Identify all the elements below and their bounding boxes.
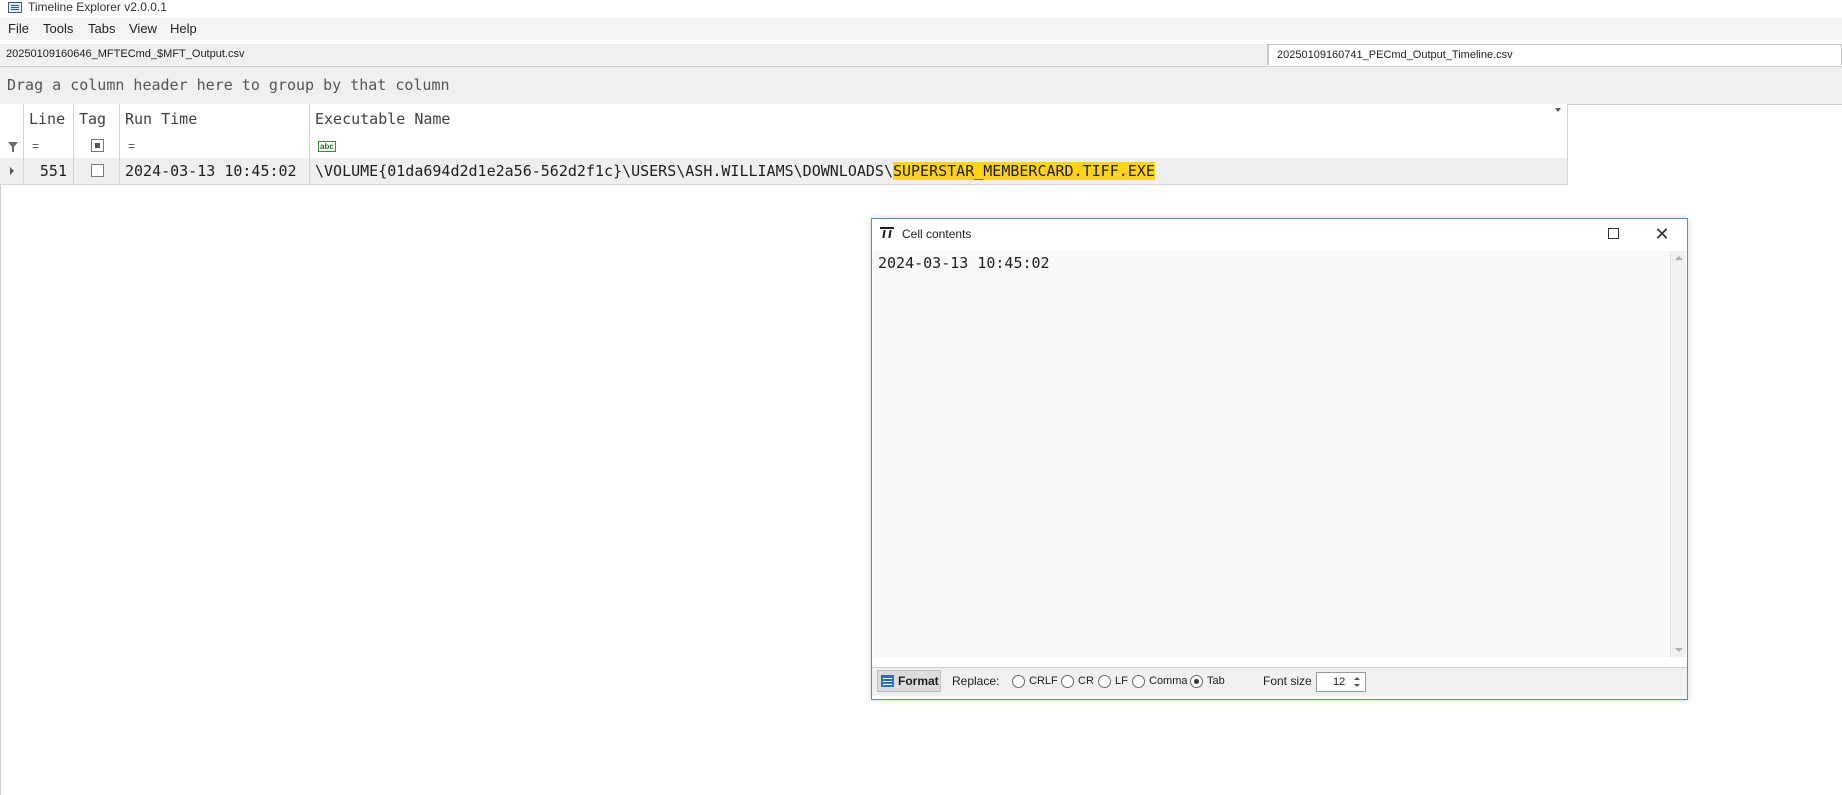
window-left-edge [0,104,1,795]
executable-path-prefix: \VOLUME{01da694d2d1e2a56-562d2f1c}\USERS… [315,162,893,180]
filter-executable-name[interactable]: abc [310,134,1568,158]
header-indicator-cell [0,104,24,134]
radio-tab-label[interactable]: Tab [1207,668,1225,694]
table-row[interactable]: 551 2024-03-13 10:45:02 \VOLUME{01da694d… [0,158,1568,185]
radio-comma-label[interactable]: Comma [1149,668,1188,694]
data-grid: Line Tag Run Time Executable Name = = ab… [0,104,1568,185]
vertical-scrollbar[interactable] [1670,251,1686,657]
close-button[interactable]: ✕ [1652,224,1672,244]
funnel-icon [8,142,18,152]
column-header-row: Line Tag Run Time Executable Name [0,104,1568,135]
text-filter-icon: abc [318,141,336,153]
radio-crlf-label[interactable]: CRLF [1029,668,1058,694]
app-title: Timeline Explorer v2.0.0.1 [28,0,167,14]
column-header-tag[interactable]: Tag [74,104,120,134]
filter-line[interactable]: = [24,134,74,158]
radio-lf-label[interactable]: LF [1115,668,1128,694]
dialog-title: Cell contents [902,227,972,241]
dialog-footer: Format Replace: CRLF CR LF Comma Tab Fon… [872,667,1687,696]
menu-help[interactable]: Help [170,18,197,40]
cell-tag[interactable] [74,158,120,184]
cell-executable-name[interactable]: \VOLUME{01da694d2d1e2a56-562d2f1c}\USERS… [310,158,1568,184]
column-header-run-time[interactable]: Run Time [120,104,310,134]
menu-view[interactable]: View [129,18,157,40]
format-label: Format [898,674,939,688]
group-by-panel[interactable]: Drag a column header here to group by th… [0,67,1842,105]
group-by-hint: Drag a column header here to group by th… [7,76,450,94]
menu-file[interactable]: File [8,18,29,40]
menu-bar: File Tools Tabs View Help [0,18,1842,40]
format-icon [881,675,894,687]
filter-run-time-operator: = [128,139,136,153]
radio-cr-label[interactable]: CR [1078,668,1094,694]
spin-down-icon[interactable] [1354,684,1360,687]
radio-crlf[interactable] [1012,675,1025,688]
radio-tab[interactable] [1190,675,1203,688]
tab-pecmd-timeline[interactable]: 20250109160741_PECmd_Output_Timeline.csv [1268,44,1842,65]
scroll-up-icon[interactable] [1675,256,1683,260]
format-button[interactable]: Format [877,670,941,692]
cell-contents-dialog: Cell contents ✕ 2024-03-13 10:45:02 Form… [871,218,1688,700]
telescope-icon [880,227,894,239]
radio-lf[interactable] [1098,675,1111,688]
filter-tag-checkbox[interactable] [91,139,104,152]
font-size-value: 12 [1333,676,1346,688]
column-header-executable-name[interactable]: Executable Name [310,104,1568,134]
executable-search-highlight: SUPERSTAR_MEMBERCARD.TIFF.EXE [892,162,1155,180]
maximize-button[interactable] [1608,228,1619,239]
document-tab-bar: 20250109160646_MFTECmd_$MFT_Output.csv 2… [0,44,1842,67]
title-bar: Timeline Explorer v2.0.0.1 [0,0,1842,16]
tab-mft-output[interactable]: 20250109160646_MFTECmd_$MFT_Output.csv [0,44,1268,65]
replace-label: Replace: [952,674,1000,688]
menu-tabs[interactable]: Tabs [88,18,115,40]
cell-line[interactable]: 551 [24,158,74,184]
column-filter-icon[interactable] [1555,108,1561,112]
cell-contents-value: 2024-03-13 10:45:02 [878,254,1050,272]
filter-row: = = abc [0,134,1568,159]
row-arrow-icon [10,167,14,175]
menu-tools[interactable]: Tools [43,18,73,40]
filter-row-indicator [0,134,24,158]
tag-checkbox[interactable] [91,164,104,177]
cell-contents-text-area[interactable]: 2024-03-13 10:45:02 [873,251,1670,657]
spin-up-icon[interactable] [1354,677,1360,680]
font-size-label: Font size [1263,674,1312,688]
radio-cr[interactable] [1061,675,1074,688]
dialog-title-bar[interactable]: Cell contents ✕ [872,219,1687,249]
filter-tag[interactable] [74,134,120,158]
scroll-down-icon[interactable] [1675,648,1683,652]
filter-run-time[interactable]: = [120,134,310,158]
column-header-executable-name-label: Executable Name [315,110,451,128]
radio-comma[interactable] [1132,675,1145,688]
filter-line-operator: = [32,139,40,153]
app-icon [8,2,22,13]
row-indicator [0,158,24,184]
cell-run-time[interactable]: 2024-03-13 10:45:02 [120,158,310,184]
column-header-line[interactable]: Line [24,104,74,134]
font-size-stepper[interactable]: 12 [1316,672,1366,692]
